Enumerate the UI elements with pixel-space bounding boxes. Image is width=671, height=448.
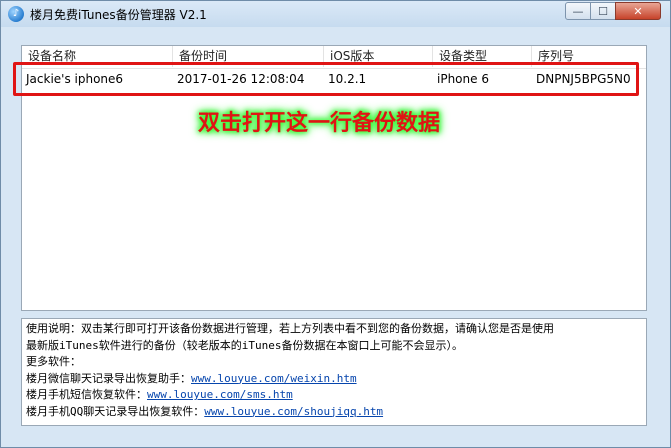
window-title: 楼月免费iTunes备份管理器 V2.1 bbox=[30, 8, 207, 22]
minimize-button[interactable]: — bbox=[565, 2, 591, 20]
cell-backup-time: 2017-01-26 12:08:04 bbox=[177, 72, 305, 86]
minimize-icon: — bbox=[572, 4, 584, 18]
maximize-icon: ☐ bbox=[598, 4, 608, 18]
help-text-panel: 使用说明：双击某行即可打开该备份数据进行管理，若上方列表中看不到您的备份数据，请… bbox=[21, 318, 647, 426]
close-icon: ✕ bbox=[633, 4, 643, 18]
window-bottom-edge bbox=[1, 429, 670, 447]
cell-device-type: iPhone 6 bbox=[437, 72, 489, 86]
column-header-backup-time[interactable]: 备份时间 bbox=[173, 46, 324, 67]
link-label: 楼月手机QQ聊天记录导出恢复软件： bbox=[26, 404, 205, 418]
column-header-ios-version[interactable]: iOS版本 bbox=[324, 46, 433, 67]
link-line-shoujiqq: 楼月手机QQ聊天记录导出恢复软件：www.louyue.com/shoujiqq… bbox=[26, 404, 642, 421]
app-music-icon: ♪ bbox=[8, 6, 24, 22]
backup-list[interactable]: 设备名称 备份时间 iOS版本 设备类型 序列号 Jackie's iphone… bbox=[21, 45, 647, 311]
column-header-serial-number[interactable]: 序列号 bbox=[532, 46, 646, 67]
sms-link[interactable]: www.louyue.com/sms.htm bbox=[147, 388, 293, 401]
table-row[interactable]: Jackie's iphone6 2017-01-26 12:08:04 10.… bbox=[22, 68, 646, 91]
help-line: 使用说明：双击某行即可打开该备份数据进行管理，若上方列表中看不到您的备份数据，请… bbox=[26, 322, 554, 335]
cell-device-name: Jackie's iphone6 bbox=[26, 72, 124, 86]
help-line: 更多软件： bbox=[26, 355, 81, 368]
maximize-button[interactable]: ☐ bbox=[590, 2, 616, 20]
cell-serial-number: DNPNJ5BPG5N0 bbox=[536, 72, 631, 86]
shoujiqq-link[interactable]: www.louyue.com/shoujiqq.htm bbox=[204, 405, 383, 418]
list-header: 设备名称 备份时间 iOS版本 设备类型 序列号 bbox=[22, 46, 646, 69]
cell-ios-version: 10.2.1 bbox=[328, 72, 367, 86]
annotation-hint: 双击打开这一行备份数据 bbox=[198, 111, 441, 136]
link-line-weixin: 楼月微信聊天记录导出恢复助手：www.louyue.com/weixin.htm bbox=[26, 371, 642, 388]
app-window: ♪ 楼月免费iTunes备份管理器 V2.1 — ☐ ✕ 设备名称 备份时间 i… bbox=[0, 0, 671, 448]
weixin-link[interactable]: www.louyue.com/weixin.htm bbox=[191, 372, 357, 385]
link-label: 楼月手机短信恢复软件： bbox=[26, 388, 147, 401]
title-bar[interactable]: ♪ 楼月免费iTunes备份管理器 V2.1 — ☐ ✕ bbox=[1, 1, 670, 27]
help-line: 最新版iTunes软件进行的备份（较老版本的iTunes备份数据在本窗口上可能不… bbox=[26, 338, 463, 352]
link-line-sms: 楼月手机短信恢复软件：www.louyue.com/sms.htm bbox=[26, 387, 642, 404]
close-button[interactable]: ✕ bbox=[615, 2, 661, 20]
column-header-device-name[interactable]: 设备名称 bbox=[22, 46, 173, 67]
column-header-device-type[interactable]: 设备类型 bbox=[433, 46, 532, 67]
link-label: 楼月微信聊天记录导出恢复助手： bbox=[26, 371, 191, 385]
